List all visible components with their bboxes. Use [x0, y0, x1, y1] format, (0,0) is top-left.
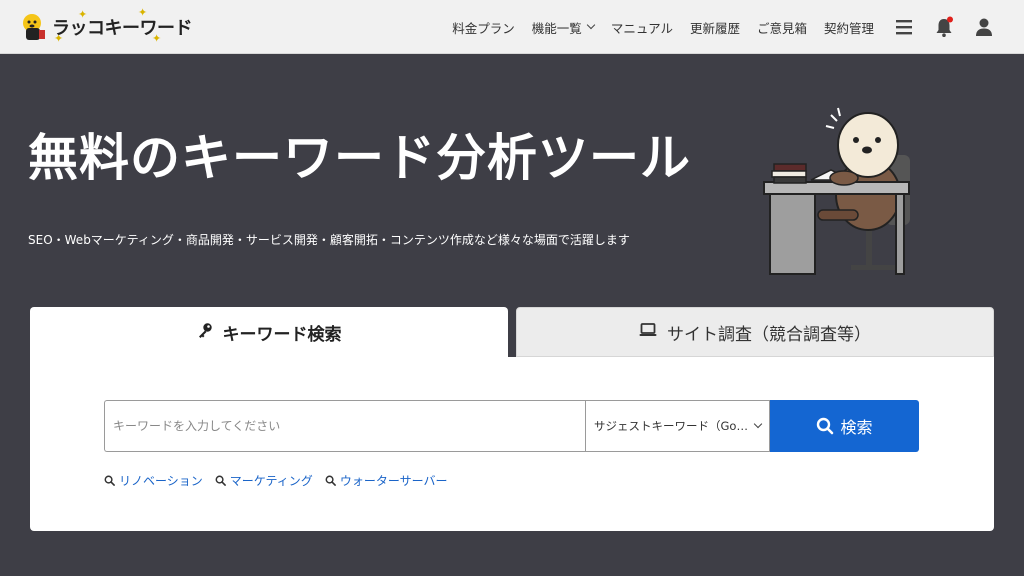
nav-item-contract[interactable]: 契約管理	[824, 18, 874, 37]
site-logo[interactable]: ラッコキーワード ✦ ✦ ✦ ✦	[20, 6, 193, 46]
search-icon	[325, 475, 336, 486]
bell-icon[interactable]	[934, 16, 954, 38]
nav-item-pricing[interactable]: 料金プラン	[452, 18, 515, 37]
site-header: ラッコキーワード ✦ ✦ ✦ ✦ 料金プラン 機能一覧 マニュアル 更新履歴 ご…	[0, 0, 1024, 54]
nav-label: 料金プラン	[452, 20, 515, 36]
nav-label: マニュアル	[610, 20, 673, 36]
laptop-icon	[639, 322, 657, 343]
search-button-label: 検索	[840, 418, 873, 437]
sparkle-icon: ✦	[138, 6, 148, 19]
search-input[interactable]	[105, 401, 586, 451]
nav-item-features[interactable]: 機能一覧	[531, 18, 596, 37]
search-field	[104, 400, 586, 452]
page-subtitle: SEO・Webマーケティング・商品開発・サービス開発・顧客開拓・コンテンツ作成な…	[28, 233, 630, 247]
sparkle-icon: ✦	[54, 32, 64, 45]
logo-text: ラッコキーワード	[52, 18, 193, 39]
nav-item-manual[interactable]: マニュアル	[611, 18, 673, 37]
suggestion-link[interactable]: ウォーターサーバー	[325, 472, 448, 489]
key-icon	[197, 322, 213, 343]
nav-label: 機能一覧	[531, 20, 582, 36]
sparkle-icon: ✦	[78, 8, 88, 21]
suggestion-link[interactable]: マーケティング	[215, 472, 313, 489]
tab-label: サイト調査（競合調査等）	[667, 324, 871, 345]
tab-keyword-search[interactable]: キーワード検索	[30, 307, 508, 357]
suggestion-link[interactable]: リノベーション	[104, 472, 203, 489]
search-icon	[215, 475, 226, 486]
nav-label: 更新履歴	[689, 20, 740, 36]
user-icon[interactable]	[974, 16, 994, 38]
nav-item-changelog[interactable]: 更新履歴	[690, 18, 740, 37]
sparkle-icon: ✦	[152, 32, 162, 45]
page-title: 無料のキーワード分析ツール	[28, 129, 691, 187]
suggestion-label: ウォーターサーバー	[339, 474, 448, 488]
nav-label: 契約管理	[823, 20, 874, 36]
main-nav: 料金プラン 機能一覧 マニュアル 更新履歴 ご意見箱 契約管理	[435, 0, 994, 54]
otter-mascot-illustration	[756, 100, 926, 290]
menu-icon[interactable]	[894, 16, 914, 38]
search-button[interactable]: 検索	[770, 400, 919, 452]
search-icon	[104, 475, 115, 486]
suggestion-label: マーケティング	[229, 474, 313, 488]
chevron-down-icon	[753, 419, 763, 429]
nav-label: ご意見箱	[756, 20, 807, 36]
notification-dot	[947, 16, 953, 23]
suggestion-list: リノベーション マーケティング ウォーターサーバー	[104, 472, 459, 489]
suggestion-label: リノベーション	[119, 474, 203, 488]
tab-label: キーワード検索	[222, 324, 342, 345]
tab-site-research[interactable]: サイト調査（競合調査等）	[516, 307, 994, 357]
search-icon	[817, 417, 834, 435]
select-value: サジェストキーワード（Goog…	[594, 419, 749, 433]
search-mode-select[interactable]: サジェストキーワード（Goog…	[585, 400, 770, 452]
otter-logo-icon	[20, 12, 48, 42]
chevron-down-icon	[586, 20, 596, 30]
nav-item-feedback[interactable]: ご意見箱	[757, 18, 807, 37]
search-panel: サジェストキーワード（Goog… 検索 リノベーション マーケティング	[30, 357, 994, 531]
